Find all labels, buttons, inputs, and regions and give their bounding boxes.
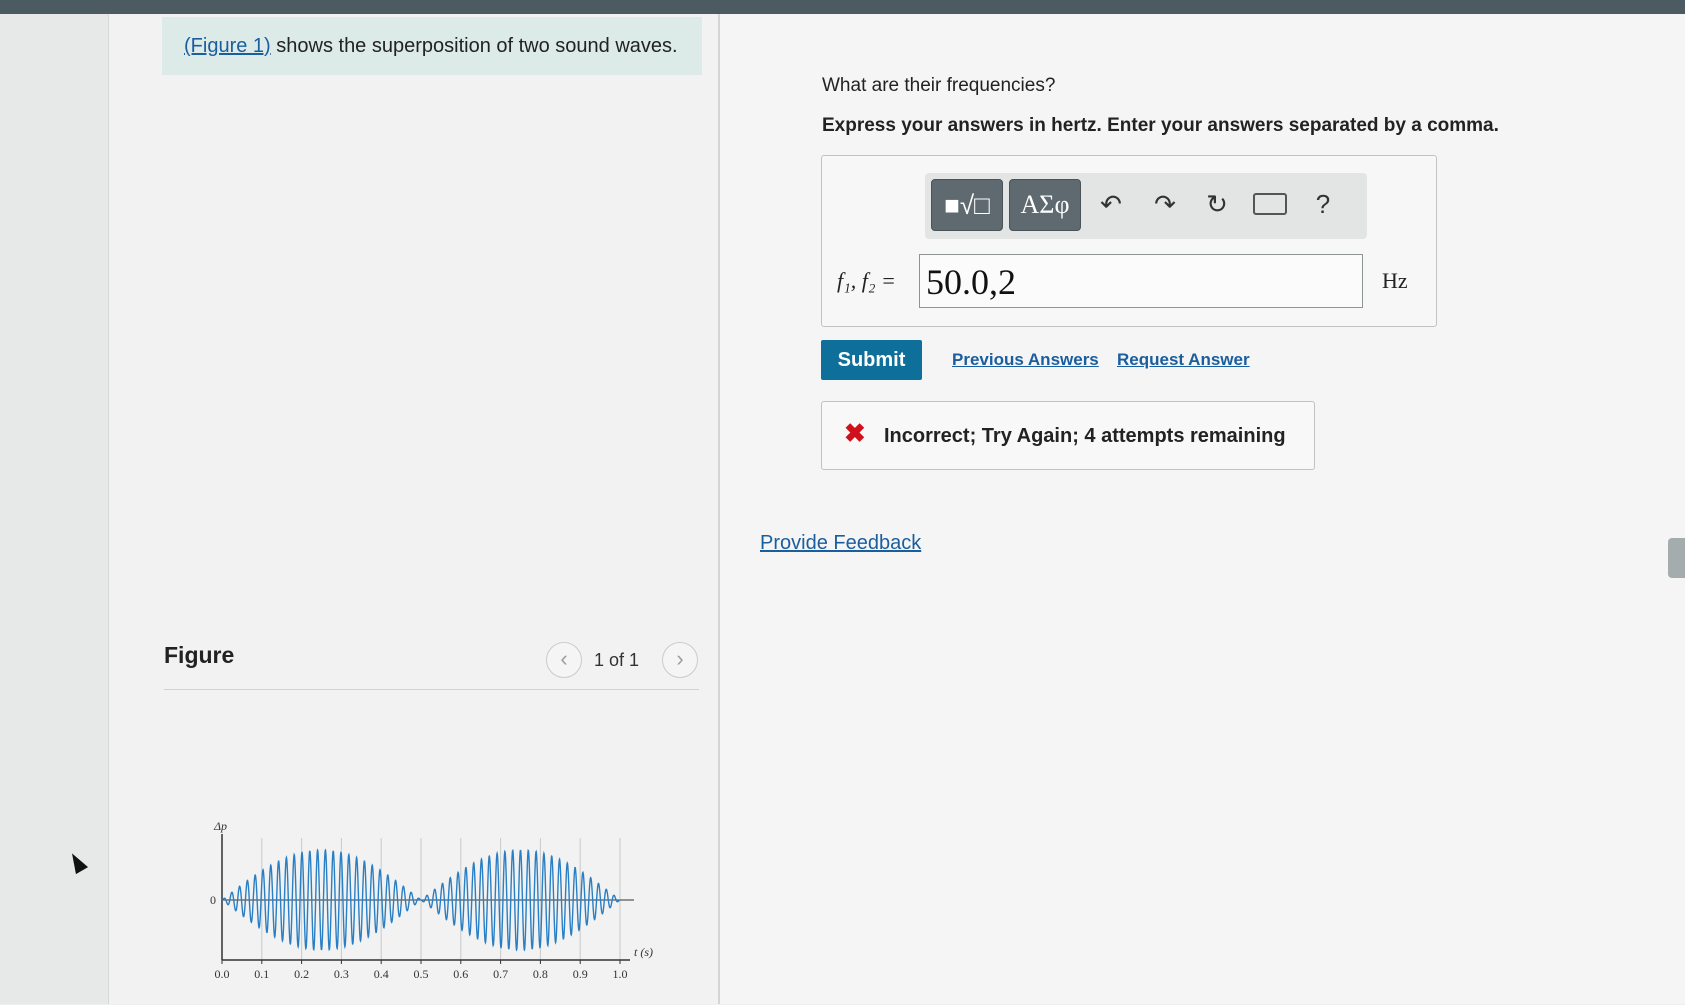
undo-icon[interactable]: ↶: [1095, 189, 1127, 219]
y-tick-label: 0: [210, 893, 216, 907]
beats-chart-svg: 0.0 0.1 0.2 0.3 0.4 0.5 0.6 0.7 0.8 0.9 1.0 0 Δp t (s…: [210, 819, 653, 981]
previous-figure-button[interactable]: ‹: [546, 642, 582, 678]
answer-variable-label: f₁, f₂ =: [837, 268, 896, 293]
help-button[interactable]: ?: [1307, 189, 1339, 219]
provide-feedback-link[interactable]: Provide Feedback: [760, 532, 921, 555]
x-tick-label: 0.5: [414, 967, 429, 981]
x-tick-label: 0.8: [533, 967, 548, 981]
intro-text: (Figure 1) shows the superposition of tw…: [184, 35, 678, 58]
x-tick-label: 0.7: [493, 967, 508, 981]
x-tick-label: 0.2: [294, 967, 309, 981]
left-gutter: [0, 14, 109, 1004]
x-tick-label: 0.9: [573, 967, 588, 981]
intro-box: (Figure 1) shows the superposition of tw…: [162, 17, 702, 75]
intro-sentence: shows the superposition of two sound wav…: [270, 35, 678, 57]
figure-title: Figure: [164, 642, 235, 668]
question-instructions: Express your answers in hertz. Enter you…: [822, 115, 1499, 136]
answer-input[interactable]: 50.0,2: [919, 254, 1363, 308]
figure-count: 1 of 1: [594, 650, 640, 670]
x-tick-label: 0.3: [334, 967, 349, 981]
x-tick-label: 0.6: [453, 967, 468, 981]
submit-button[interactable]: Submit: [821, 340, 922, 380]
keyboard-icon[interactable]: [1253, 193, 1287, 215]
beats-chart: 0.0 0.1 0.2 0.3 0.4 0.5 0.6 0.7 0.8 0.9 1.0 0 Δp t (s…: [200, 819, 670, 1000]
top-bar: [0, 0, 1685, 14]
x-tick-label: 0.0: [215, 967, 230, 981]
figure-link[interactable]: (Figure 1): [184, 35, 271, 57]
figure-divider: [164, 689, 699, 690]
x-axis-label: t (s): [634, 945, 653, 959]
answer-unit: Hz: [1382, 268, 1408, 293]
templates-button[interactable]: ■√□: [931, 179, 1003, 231]
x-tick-label: 0.1: [254, 967, 269, 981]
previous-answers-link[interactable]: Previous Answers: [952, 350, 1099, 370]
x-tick-label: 1.0: [613, 967, 628, 981]
request-answer-link[interactable]: Request Answer: [1117, 350, 1250, 370]
greek-symbols-button[interactable]: ΑΣφ: [1009, 179, 1081, 231]
side-panel-tab[interactable]: [1668, 538, 1685, 578]
feedback-box: ✖ Incorrect; Try Again; 4 attempts remai…: [821, 401, 1315, 470]
redo-icon[interactable]: ↷: [1149, 189, 1181, 219]
incorrect-icon: ✖: [844, 418, 866, 448]
x-tick-label: 0.4: [374, 967, 389, 981]
question-prompt: What are their frequencies?: [822, 75, 1056, 96]
math-toolbar: ■√□ ΑΣφ ↶ ↷ ↻ ?: [925, 173, 1367, 239]
figure-pager: ‹ 1 of 1 ›: [546, 642, 698, 678]
answer-box: ■√□ ΑΣφ ↶ ↷ ↻ ? f₁, f₂ = 50.0,2 Hz: [821, 155, 1437, 327]
feedback-message: Incorrect; Try Again; 4 attempts remaini…: [884, 425, 1286, 447]
next-figure-button[interactable]: ›: [662, 642, 698, 678]
reset-icon[interactable]: ↻: [1201, 189, 1233, 219]
y-axis-label: Δp: [213, 820, 227, 833]
